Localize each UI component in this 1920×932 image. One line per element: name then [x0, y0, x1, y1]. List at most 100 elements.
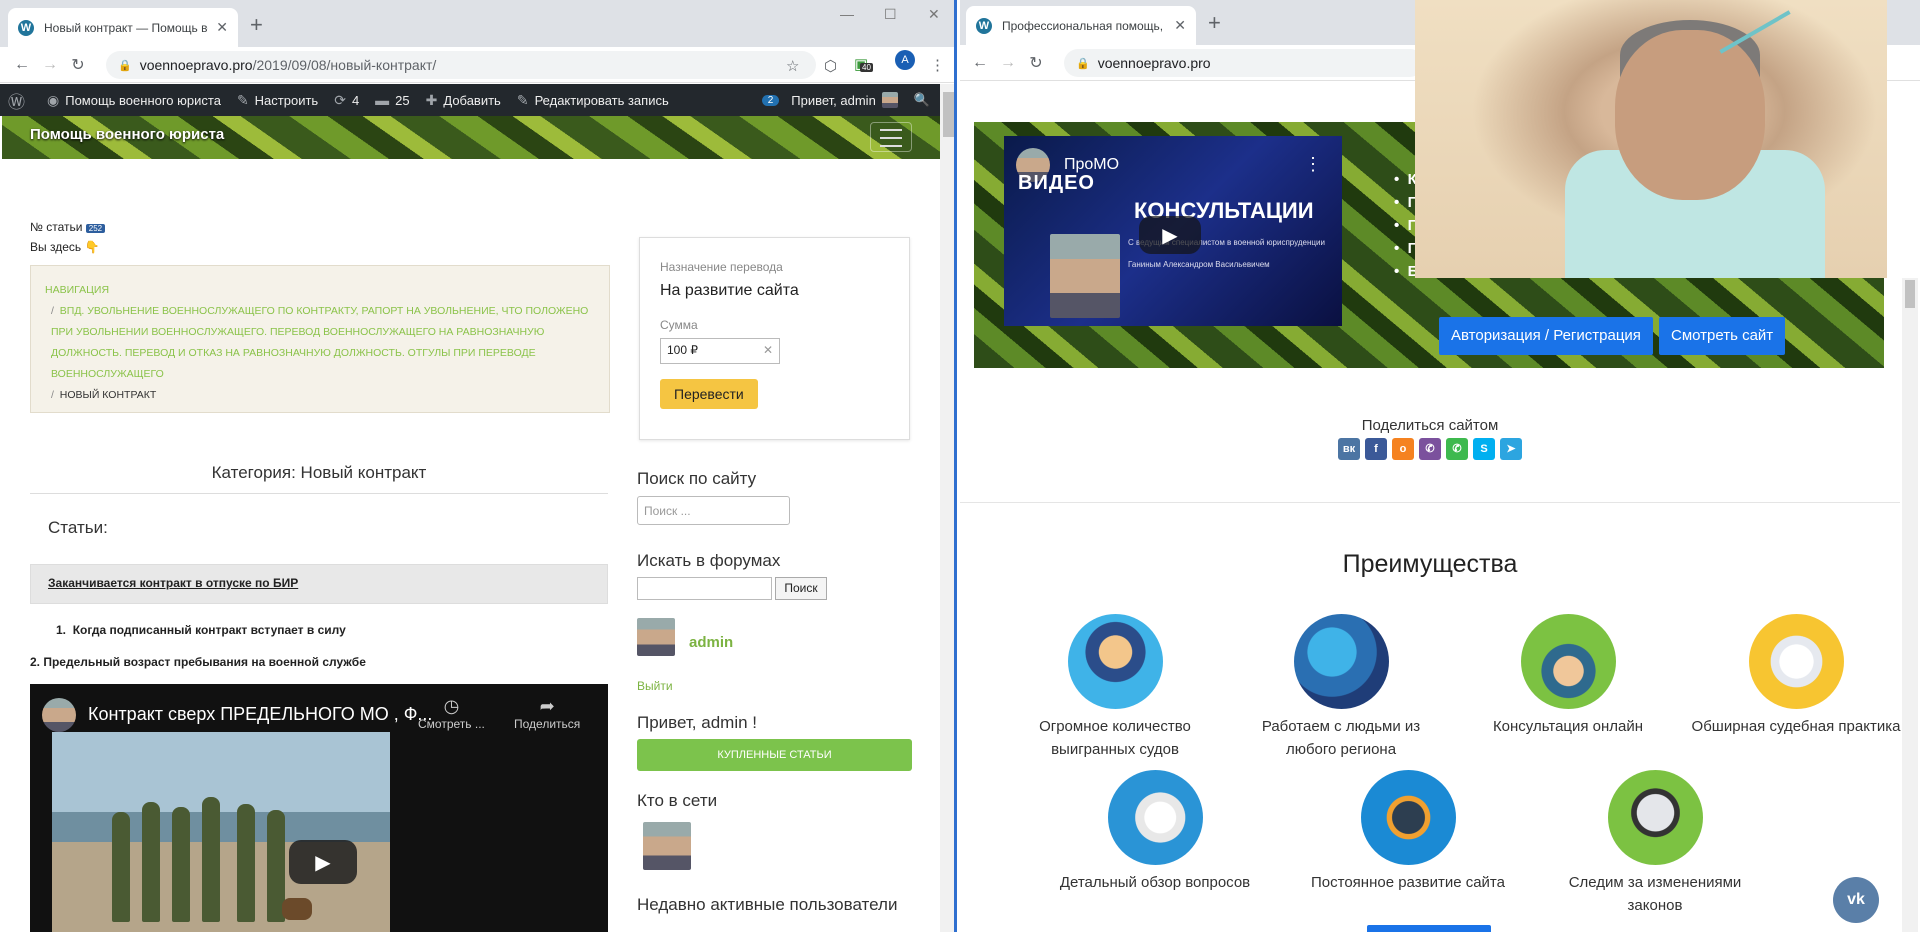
- maximize-icon[interactable]: ☐: [884, 6, 897, 23]
- wordpress-icon: W: [976, 17, 992, 34]
- admin-site-link[interactable]: ◉ Помощь военного юриста: [47, 92, 221, 109]
- notification-badge[interactable]: 2: [761, 94, 780, 106]
- reload-icon[interactable]: ↻: [1022, 53, 1050, 73]
- vk-share-icon[interactable]: вк: [1338, 438, 1360, 460]
- scrollbar[interactable]: [1902, 278, 1918, 932]
- feature-item: Обширная судебная практика: [1691, 614, 1901, 738]
- embedded-video[interactable]: Контракт сверх ПРЕДЕЛЬНОГО МО , Ф... ◷ См…: [30, 684, 608, 932]
- new-tab-button[interactable]: +: [250, 12, 263, 38]
- vk-widget-button[interactable]: vk: [1833, 877, 1879, 923]
- odnoklassniki-share-icon[interactable]: о: [1392, 438, 1414, 460]
- hamburger-menu-icon[interactable]: [870, 122, 912, 152]
- wordpress-icon: W: [18, 19, 34, 36]
- breadcrumb: Навигация / ВПД. Увольнение военнослужащ…: [30, 265, 610, 413]
- video-thumbnail: [52, 732, 390, 932]
- telegram-share-icon[interactable]: ➤: [1500, 438, 1522, 460]
- admin-updates-link[interactable]: ⟳ 4: [334, 92, 359, 109]
- close-tab-icon[interactable]: ✕: [216, 19, 228, 36]
- auth-register-button[interactable]: Авторизация / Регистрация: [1439, 317, 1653, 355]
- wp-logo-icon[interactable]: Ⓦ: [8, 88, 31, 113]
- play-button[interactable]: ▶: [289, 840, 357, 884]
- clear-icon[interactable]: ✕: [763, 343, 773, 357]
- avatar[interactable]: [637, 618, 675, 656]
- feature-item: Следим за изменениями законов: [1550, 770, 1760, 917]
- clock-icon: ◷: [443, 696, 460, 716]
- purchased-articles-button[interactable]: КУПЛЕННЫЕ СТАТЬИ: [637, 739, 912, 771]
- forum-search-heading: Искать в форумах: [637, 551, 781, 570]
- bookmark-star-icon[interactable]: ☆: [786, 57, 799, 75]
- user-link[interactable]: admin: [689, 634, 733, 651]
- more-icon[interactable]: ⋮: [1304, 154, 1322, 175]
- tab-professional-help[interactable]: W Профессиональная помощь, во ✕: [966, 6, 1196, 45]
- camera-rec-icon: [1607, 770, 1703, 865]
- minimize-icon[interactable]: —: [840, 6, 854, 22]
- play-button[interactable]: ▶: [1139, 216, 1201, 254]
- address-bar[interactable]: 🔒 voennoepravo.pro/2019/09/08/новый-конт…: [106, 51, 816, 79]
- view-site-button[interactable]: Смотреть сайт: [1659, 317, 1786, 355]
- video-title[interactable]: Контракт сверх ПРЕДЕЛЬНОГО МО , Ф...: [88, 704, 432, 725]
- promo-video[interactable]: ПроМО ⋮ ВИДЕО КОНСУЛЬТАЦИИ С ведущим спе…: [1004, 136, 1342, 326]
- feature-item: Работаем с людьми из любого региона: [1236, 614, 1446, 761]
- donate-button[interactable]: Перевести: [660, 379, 758, 409]
- forward-icon[interactable]: →: [994, 54, 1022, 72]
- site-title[interactable]: Помощь военного юриста: [30, 126, 224, 143]
- channel-avatar[interactable]: [42, 698, 76, 732]
- share-button[interactable]: ➦ Поделиться: [514, 696, 580, 731]
- back-icon[interactable]: ←: [8, 56, 36, 74]
- dashboard-icon: ◉: [47, 91, 60, 108]
- list-item[interactable]: 2. Предельный возраст пребывания на воен…: [30, 655, 366, 669]
- reload-icon[interactable]: ↻: [64, 55, 92, 75]
- breadcrumb-current: / Новый контракт: [51, 389, 157, 401]
- close-window-icon[interactable]: ✕: [928, 6, 940, 23]
- logout-link[interactable]: Выйти: [637, 679, 673, 693]
- new-tab-button[interactable]: +: [1208, 10, 1221, 36]
- profile-avatar[interactable]: A: [895, 50, 915, 70]
- avatar[interactable]: [643, 822, 691, 870]
- close-tab-icon[interactable]: ✕: [1174, 17, 1186, 34]
- category-title: Категория: Новый контракт: [30, 463, 608, 494]
- donate-purpose: На развитие сайта: [660, 282, 799, 299]
- pencil-icon: ✎: [516, 91, 529, 108]
- skype-share-icon[interactable]: S: [1473, 438, 1495, 460]
- site-search-input[interactable]: Поиск ...: [637, 496, 790, 525]
- left-browser-window: W Новый контракт — Помощь во ✕ + — ☐ ✕ ←…: [0, 0, 957, 932]
- admin-account-link[interactable]: Привет, admin: [791, 92, 898, 108]
- extension-icon[interactable]: ⬡: [824, 57, 837, 75]
- facebook-share-icon[interactable]: f: [1365, 438, 1387, 460]
- admin-comments-link[interactable]: ▬ 25: [375, 92, 409, 108]
- article-link[interactable]: Заканчивается контракт в отпуске по БИР: [30, 564, 608, 604]
- back-icon[interactable]: ←: [966, 54, 994, 72]
- article-meta: № статьи 252 Вы здесь 👇: [30, 218, 106, 256]
- cta-button[interactable]: [1367, 925, 1491, 932]
- search-heading: Поиск по сайту: [637, 469, 757, 488]
- watch-later-button[interactable]: ◷ Смотреть ...: [418, 696, 485, 731]
- whatsapp-share-icon[interactable]: ✆: [1446, 438, 1468, 460]
- forum-search-input[interactable]: [637, 577, 772, 600]
- admin-edit-link[interactable]: ✎ Редактировать запись: [517, 92, 669, 109]
- list-item[interactable]: 1. Когда подписанный контракт вступает в…: [56, 623, 346, 637]
- menu-dots-icon[interactable]: ⋮: [930, 56, 945, 74]
- breadcrumb-parent-link[interactable]: / ВПД. Увольнение военнослужащего по кон…: [45, 301, 595, 385]
- globe-icon: [1293, 614, 1389, 709]
- tab-new-contract[interactable]: W Новый контракт — Помощь во ✕: [8, 8, 238, 47]
- site-header: Помощь военного юриста: [2, 116, 940, 159]
- share-label: Поделиться сайтом: [1361, 417, 1499, 434]
- donate-sum-input[interactable]: 100 ₽ ✕: [660, 338, 780, 364]
- donate-widget: Назначение перевода На развитие сайта Су…: [639, 237, 910, 440]
- forward-icon[interactable]: →: [36, 56, 64, 74]
- lock-icon: 🔒: [1076, 57, 1090, 70]
- feature-item: Постоянное развитие сайта: [1303, 770, 1513, 894]
- admin-customize-link[interactable]: ✎ Настроить: [237, 92, 318, 109]
- greeting: Привет, admin !: [637, 713, 757, 732]
- viber-share-icon[interactable]: ✆: [1419, 438, 1441, 460]
- address-bar[interactable]: 🔒 voennoepravo.pro: [1064, 49, 1424, 77]
- admin-add-link[interactable]: ✚ Добавить: [426, 92, 501, 109]
- admin-search-icon[interactable]: 🔍: [914, 92, 930, 108]
- scrollbar[interactable]: [940, 84, 954, 932]
- wp-admin-bar: Ⓦ ◉ Помощь военного юриста ✎ Настроить ⟳ 4 …: [0, 84, 940, 116]
- articles-heading: Статьи:: [48, 518, 108, 537]
- recent-users-heading: Недавно активные пользователи: [637, 895, 898, 914]
- consultant-icon: [1520, 614, 1616, 709]
- forum-search-button[interactable]: Поиск: [775, 577, 827, 600]
- code-tools-icon: [1360, 770, 1456, 865]
